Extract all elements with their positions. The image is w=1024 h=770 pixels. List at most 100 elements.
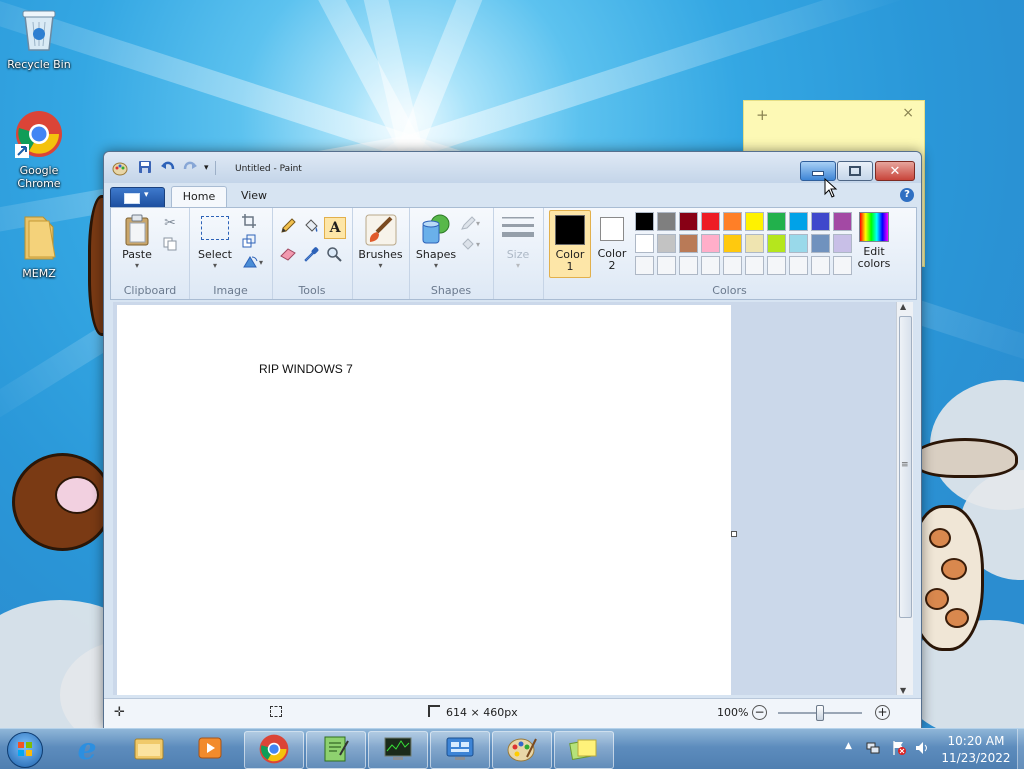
color-swatch[interactable] (745, 234, 764, 253)
save-icon[interactable] (138, 160, 154, 176)
clipboard-icon (124, 214, 150, 246)
color-swatch[interactable] (745, 256, 764, 275)
color-swatch[interactable] (679, 234, 698, 253)
paste-button[interactable]: Paste ▾ (117, 214, 157, 270)
scroll-up-arrow-icon[interactable]: ▲ (900, 302, 906, 311)
crop-button[interactable] (239, 212, 259, 232)
color-swatch[interactable] (723, 212, 742, 231)
ribbon-tabs: ▾ Home View ? (110, 183, 915, 208)
rotate-button[interactable]: ▾ (239, 252, 269, 272)
color-picker-button[interactable] (301, 245, 321, 265)
color-swatch[interactable] (811, 234, 830, 253)
size-label: Size (506, 248, 530, 261)
color-swatch[interactable] (723, 256, 742, 275)
desktop-icon-recycle-bin[interactable]: Recycle Bin (1, 6, 77, 71)
size-button[interactable]: Size ▾ (498, 214, 538, 270)
color-swatch[interactable] (811, 212, 830, 231)
copy-button[interactable] (160, 235, 180, 255)
shapes-button[interactable]: Shapes ▾ (413, 214, 459, 270)
brushes-button[interactable]: Brushes ▾ (358, 214, 403, 270)
fill-button[interactable] (301, 217, 321, 237)
chrome-icon (1, 110, 77, 161)
color-swatch[interactable] (679, 212, 698, 231)
group-image: Select ▾ ▾ Image (189, 208, 273, 299)
network-icon[interactable] (866, 741, 880, 754)
select-button[interactable]: Select ▾ (193, 216, 237, 270)
sticky-add-button[interactable]: + (756, 106, 769, 124)
color-swatch[interactable] (745, 212, 764, 231)
color-swatch[interactable] (767, 256, 786, 275)
desktop-icon-google-chrome[interactable]: Google Chrome (1, 110, 77, 190)
zoom-out-button[interactable]: − (752, 705, 767, 720)
color-swatch[interactable] (789, 212, 808, 231)
desktop-icon-memz[interactable]: MEMZ (1, 213, 77, 280)
show-hidden-icons-button[interactable]: ▲ (845, 741, 852, 751)
zoom-slider-thumb[interactable] (816, 705, 824, 721)
control-panel-icon (445, 736, 475, 765)
outline-button[interactable]: ▾ (459, 214, 485, 234)
taskbar-task-manager[interactable] (368, 731, 428, 769)
color-swatch[interactable] (657, 256, 676, 275)
scroll-down-arrow-icon[interactable]: ▼ (900, 686, 906, 695)
color-swatch[interactable] (635, 256, 654, 275)
color-swatch[interactable] (657, 234, 676, 253)
taskbar-paint[interactable] (492, 731, 552, 769)
taskbar-media-player[interactable] (182, 731, 240, 767)
fill-shape-button[interactable]: ▾ (459, 235, 485, 255)
cut-button[interactable]: ✂ (160, 213, 180, 233)
title-bar[interactable]: ▾ Untitled - Paint ✕ (104, 152, 921, 183)
color-swatch[interactable] (701, 234, 720, 253)
color-swatch[interactable] (635, 234, 654, 253)
drawing-canvas[interactable]: RIP WINDOWS 7 (117, 305, 731, 695)
color-swatch[interactable] (701, 212, 720, 231)
task-manager-icon (383, 736, 413, 765)
chevron-down-icon: ▾ (433, 261, 438, 270)
color-swatch[interactable] (811, 256, 830, 275)
magnifier-button[interactable] (324, 245, 344, 265)
vertical-scrollbar[interactable]: ▲ ≡ ▼ (896, 302, 913, 695)
volume-icon[interactable] (915, 740, 931, 759)
show-desktop-button[interactable] (1017, 729, 1024, 769)
pencil-button[interactable] (278, 217, 298, 237)
zoom-in-button[interactable]: + (875, 705, 890, 720)
edit-colors-button[interactable]: Edit colors (850, 212, 898, 270)
color1-button[interactable]: Color 1 (549, 210, 591, 278)
eraser-button[interactable] (278, 245, 298, 265)
help-icon[interactable]: ? (900, 188, 914, 202)
taskbar-explorer[interactable] (120, 731, 178, 767)
maximize-button[interactable] (837, 161, 873, 181)
paint-app-icon[interactable] (112, 160, 128, 176)
canvas-resize-handle[interactable] (731, 531, 737, 537)
quick-access-toolbar: ▾ (112, 160, 216, 176)
color2-button[interactable]: Color 2 (593, 210, 631, 276)
color-swatch[interactable] (679, 256, 698, 275)
close-button[interactable]: ✕ (875, 161, 915, 181)
undo-icon[interactable] (160, 160, 176, 176)
tab-home[interactable]: Home (171, 186, 227, 207)
customize-toolbar-chevron-icon[interactable]: ▾ (204, 163, 209, 173)
color-swatch[interactable] (767, 212, 786, 231)
clock[interactable]: 10:20 AM 11/23/2022 (936, 733, 1016, 767)
color-swatch[interactable] (789, 234, 808, 253)
selection-rectangle-icon (201, 216, 229, 240)
action-center-flag-icon[interactable] (891, 740, 907, 759)
resize-button[interactable] (239, 232, 259, 252)
folder-icon (1, 213, 77, 264)
color-swatch[interactable] (767, 234, 786, 253)
color-swatch[interactable] (635, 212, 654, 231)
taskbar-chrome[interactable] (244, 731, 304, 769)
tab-view[interactable]: View (230, 186, 278, 206)
taskbar-internet-explorer[interactable]: e (58, 731, 116, 767)
color-swatch[interactable] (789, 256, 808, 275)
color-swatch[interactable] (723, 234, 742, 253)
color-swatch[interactable] (657, 212, 676, 231)
taskbar-sticky-notes[interactable] (554, 731, 614, 769)
start-button[interactable] (4, 730, 44, 768)
text-button[interactable]: A (324, 217, 346, 239)
sticky-close-button[interactable]: × (902, 105, 914, 121)
paint-menu-button[interactable]: ▾ (110, 187, 165, 208)
taskbar-notepad[interactable] (306, 731, 366, 769)
color-swatch[interactable] (701, 256, 720, 275)
redo-icon[interactable] (182, 160, 198, 176)
taskbar-control-panel[interactable] (430, 731, 490, 769)
